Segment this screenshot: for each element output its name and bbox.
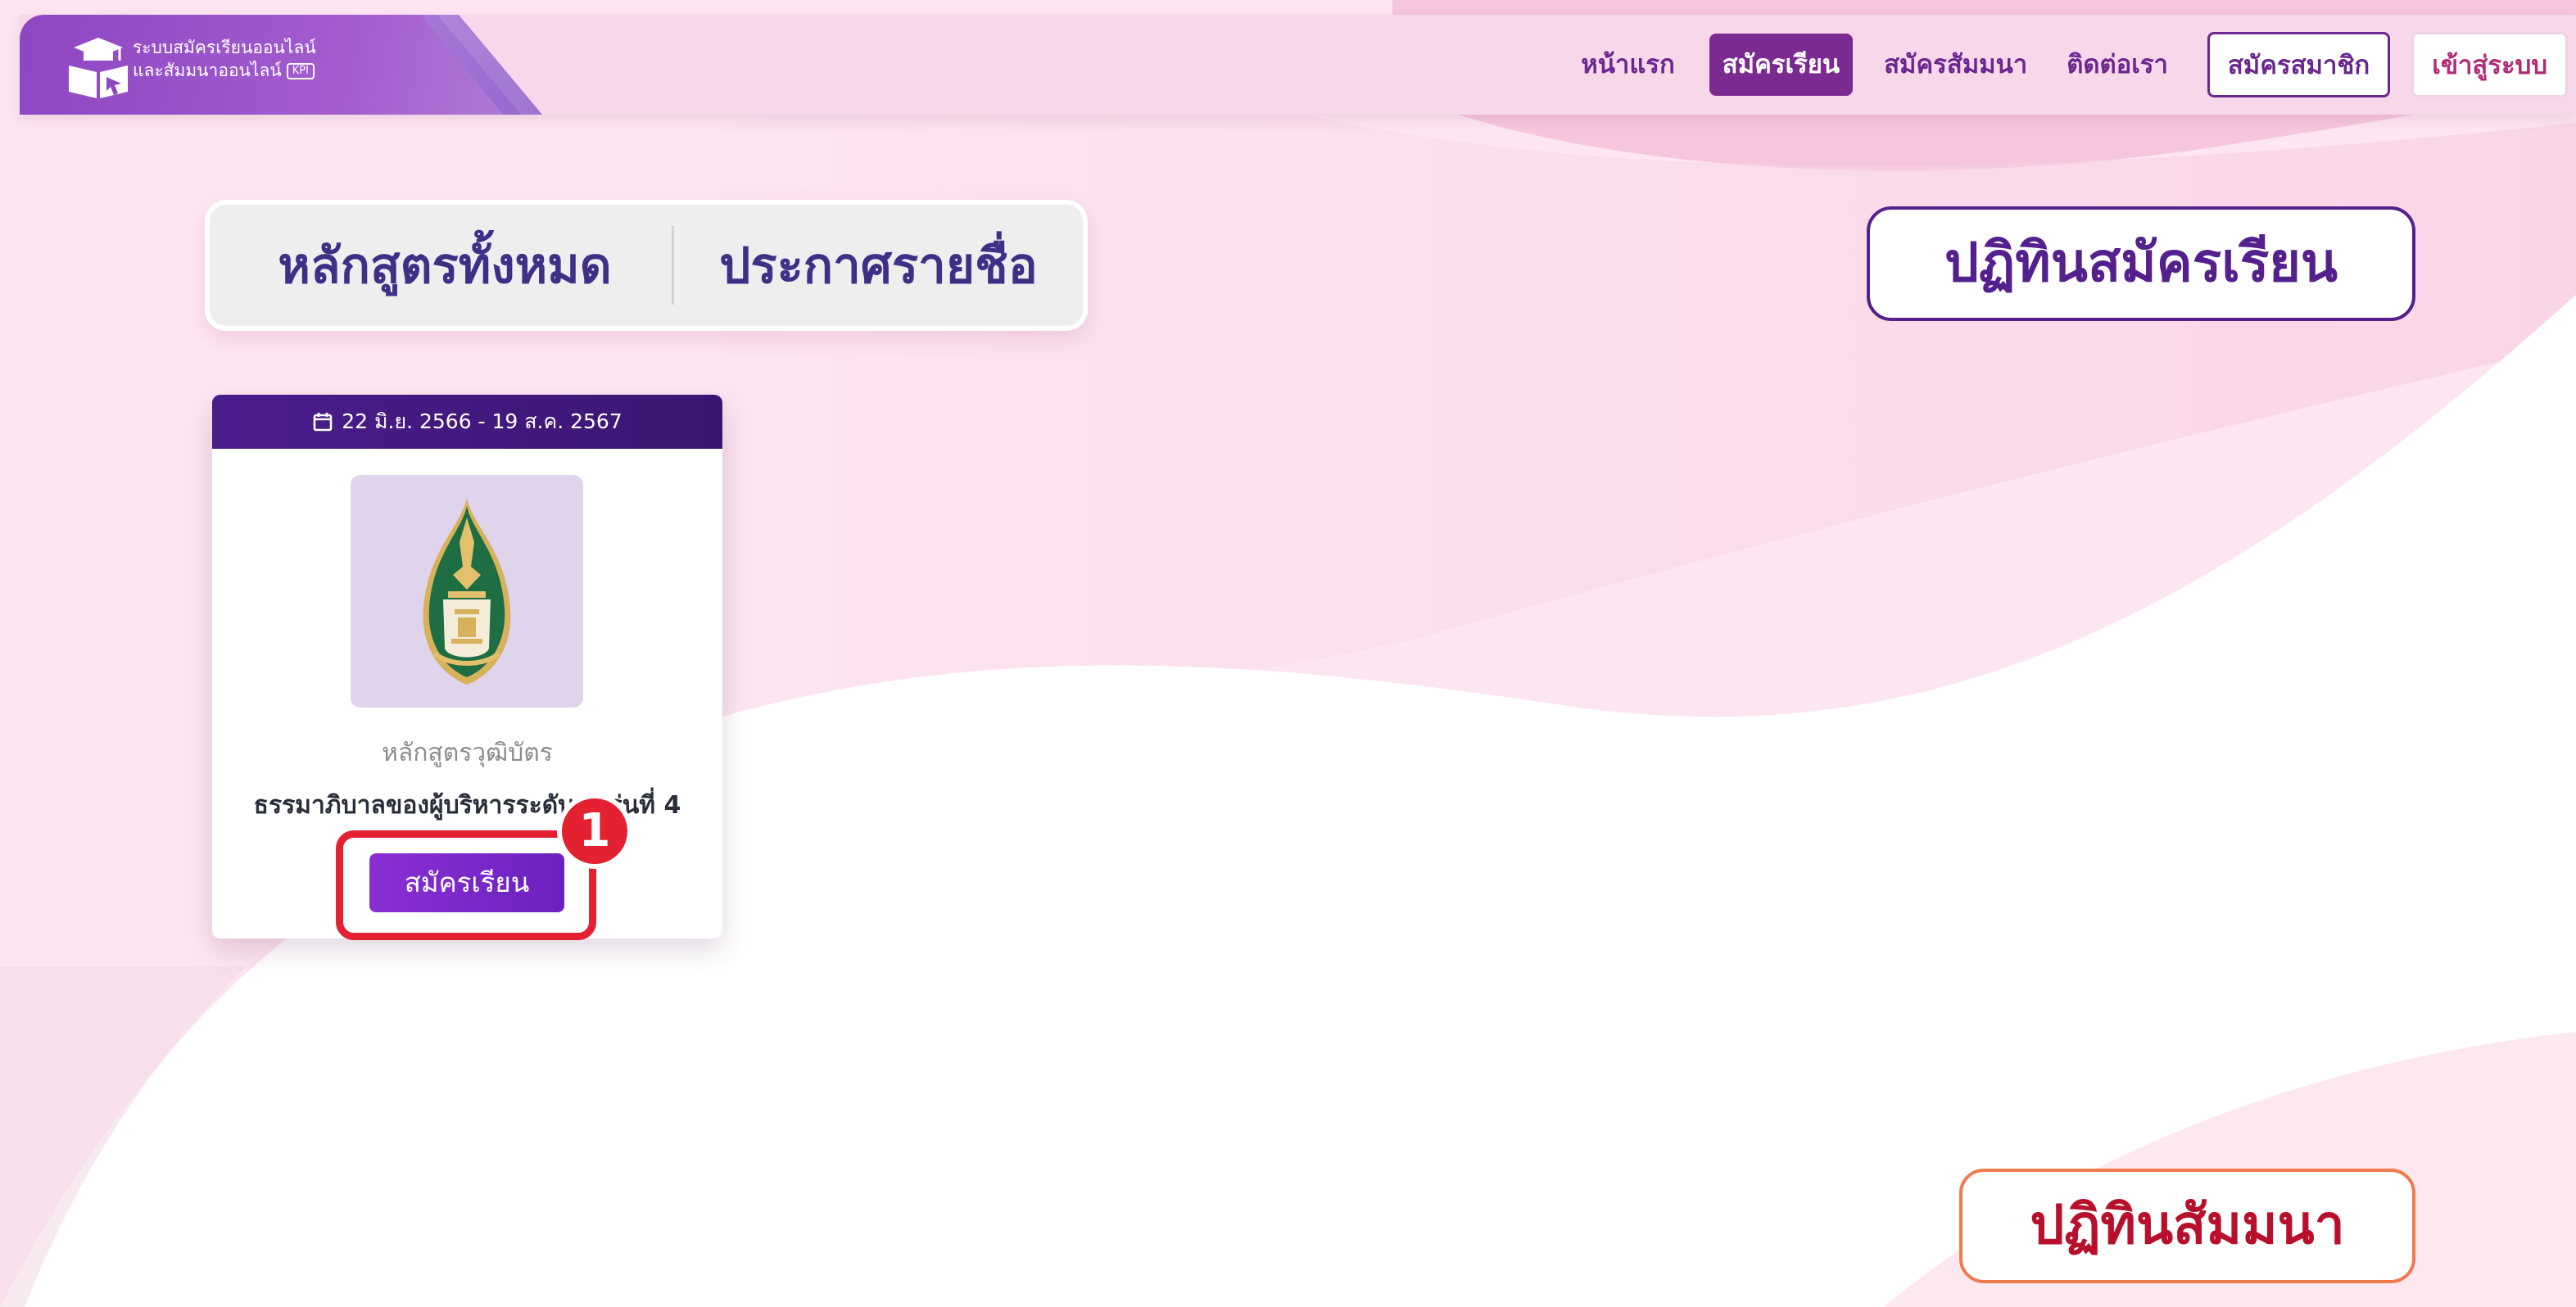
course-date-range: 22 มิ.ย. 2566 - 19 ส.ค. 2567 xyxy=(342,409,622,433)
seminar-calendar-button[interactable]: ปฏิทินสัมมนา xyxy=(1959,1169,2415,1283)
step-number-badge: 1 xyxy=(557,794,632,869)
brand-line-1: ระบบสมัครเรียนออนไลน์ xyxy=(133,38,316,57)
brand-line-2-text: และสัมมนาออนไลน์ xyxy=(133,61,282,80)
course-tabs: หลักสูตรทั้งหมด ประกาศรายชื่อ xyxy=(205,200,1088,331)
tab-announcement[interactable]: ประกาศรายชื่อ xyxy=(674,227,1083,305)
course-calendar-button[interactable]: ปฏิทินสมัครเรียน xyxy=(1867,206,2415,321)
highlight-box xyxy=(336,830,596,940)
course-date-bar: 22 มิ.ย. 2566 - 19 ส.ค. 2567 xyxy=(212,395,722,449)
course-type: หลักสูตรวุฒิบัตร xyxy=(382,739,553,767)
course-image[interactable] xyxy=(351,475,583,708)
calendar-icon xyxy=(313,413,333,432)
graduation-book-logo-icon[interactable] xyxy=(59,26,138,105)
nav-seminar[interactable]: สมัครสัมมนา xyxy=(1864,34,2047,96)
course-name: ธรรมาภิบาลของผู้บริหารระดับสูง รุ่นที่ 4 xyxy=(253,791,681,820)
brand-line-2: และสัมมนาออนไลน์ KPI xyxy=(133,59,316,82)
brand-tag: KPI xyxy=(286,63,315,79)
brand-name[interactable]: ระบบสมัครเรียนออนไลน์ และสัมมนาออนไลน์ KP… xyxy=(133,36,316,82)
register-button[interactable]: สมัครสมาชิก xyxy=(2207,32,2391,97)
nav-home[interactable]: หน้าแรก xyxy=(1561,34,1694,96)
top-navbar: ระบบสมัครเรียนออนไลน์ และสัมมนาออนไลน์ KP… xyxy=(20,15,2576,115)
nav-enroll[interactable]: สมัครเรียน xyxy=(1709,34,1854,96)
page: ระบบสมัครเรียนออนไลน์ และสัมมนาออนไลน์ KP… xyxy=(0,0,2576,1307)
nav-menu: หน้าแรก สมัครเรียน สมัครสัมมนา ติดต่อเรา… xyxy=(1561,26,2576,103)
institute-emblem-icon xyxy=(423,498,511,685)
login-button[interactable]: เข้าสู่ระบบ xyxy=(2411,32,2568,97)
tab-all-courses[interactable]: หลักสูตรทั้งหมด xyxy=(210,227,672,305)
nav-contact[interactable]: ติดต่อเรา xyxy=(2047,34,2188,96)
